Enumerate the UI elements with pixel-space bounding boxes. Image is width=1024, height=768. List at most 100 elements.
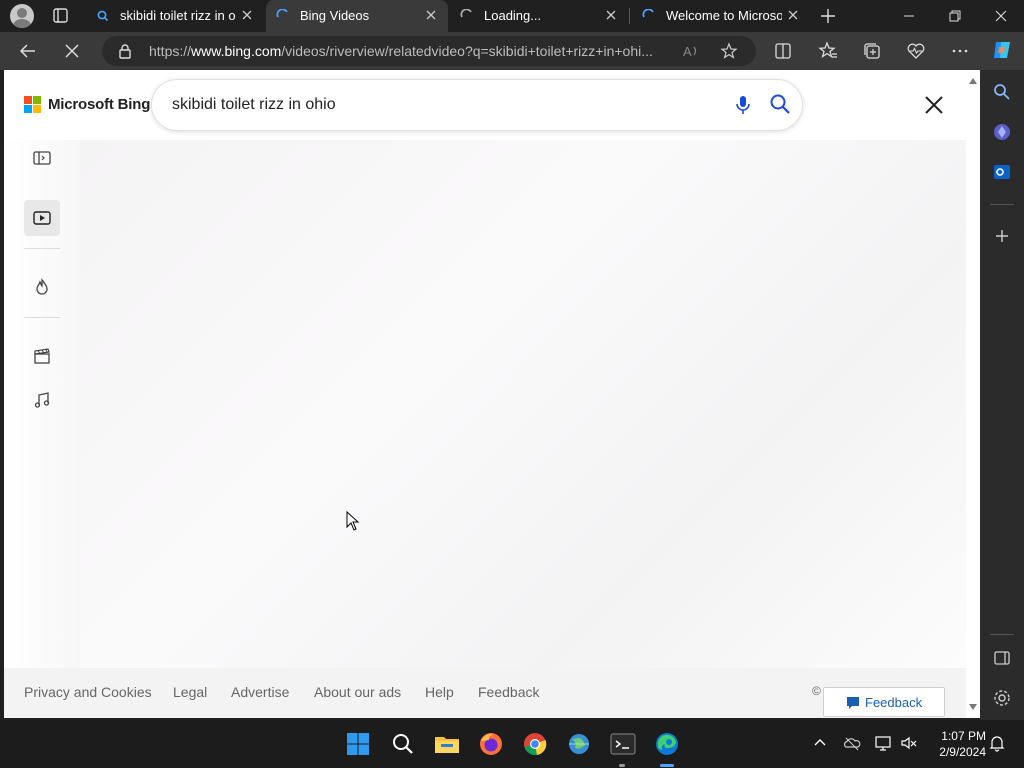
collapse-sidebar-icon[interactable]: [24, 140, 60, 176]
brand-name: Microsoft Bing: [48, 96, 151, 113]
video-loading-area: [80, 140, 966, 668]
show-hidden-icons-chevron-icon[interactable]: [811, 734, 829, 752]
tab-actions-icon[interactable]: [46, 6, 74, 26]
tab-title: Welcome to Microsoft: [666, 8, 782, 23]
windows-start-icon[interactable]: [344, 730, 372, 758]
microphone-icon[interactable]: [734, 94, 752, 121]
mouse-cursor-icon: [346, 510, 360, 531]
page-content: Microsoft Bing skibidi toilet rizz in oh…: [4, 70, 980, 718]
footer: Privacy and Cookies Legal Advertise Abou…: [4, 668, 966, 718]
clock-time: 1:07 PM: [941, 729, 986, 743]
chrome-icon[interactable]: [521, 730, 549, 758]
terminal-icon[interactable]: [609, 730, 637, 758]
windows-taskbar: 1:07 PM 2/9/2024: [0, 720, 1024, 768]
tab-title: Loading...: [484, 8, 542, 23]
logo-square: [33, 105, 41, 113]
footer-link-advertise[interactable]: Advertise: [231, 684, 289, 700]
onedrive-icon[interactable]: [843, 734, 861, 752]
tab-strip: skibidi toilet rizz in ohi Bing Videos L…: [0, 0, 1024, 32]
edge-browser-icon[interactable]: [653, 730, 681, 758]
search-icon[interactable]: [992, 82, 1012, 102]
network-icon[interactable]: [874, 734, 892, 752]
tab-divider: [629, 8, 630, 24]
search-icon[interactable]: [389, 730, 417, 758]
feedback-chat-icon: [846, 696, 860, 715]
video-icon[interactable]: [24, 200, 60, 236]
search-icon: [96, 9, 110, 23]
split-screen-icon[interactable]: [772, 40, 794, 62]
profile-avatar[interactable]: [10, 4, 34, 28]
search-box[interactable]: skibidi toilet rizz in ohio: [152, 80, 802, 130]
close-tab-icon[interactable]: [240, 8, 254, 22]
feedback-button-label: Feedback: [865, 695, 923, 710]
tab-1[interactable]: skibidi toilet rizz in ohi: [86, 0, 264, 32]
nav-divider: [24, 317, 60, 318]
settings-gear-icon[interactable]: [992, 688, 1012, 708]
copyright: ©: [812, 684, 821, 698]
nav-divider: [24, 248, 60, 249]
taskbar-clock[interactable]: 1:07 PM 2/9/2024: [926, 728, 986, 760]
footer-link-about-ads[interactable]: About our ads: [314, 684, 401, 700]
logo-square: [24, 105, 32, 113]
tab-2[interactable]: Bing Videos: [266, 0, 448, 32]
loading-spinner-icon: [642, 8, 656, 23]
file-explorer-icon[interactable]: [433, 730, 461, 758]
close-window-icon[interactable]: [978, 0, 1024, 32]
loading-spinner-icon: [276, 8, 290, 23]
copilot-icon[interactable]: [990, 38, 1014, 62]
trending-icon[interactable]: [24, 269, 60, 305]
url-path: /videos/riverview/relatedvideo?q=skibidi…: [281, 43, 653, 59]
active-app-indicator: [660, 764, 674, 767]
add-icon[interactable]: [992, 226, 1012, 246]
url-text[interactable]: https://www.bing.com/videos/riverview/re…: [149, 43, 674, 59]
favorite-star-icon[interactable]: [720, 42, 738, 65]
svg-text:A: A: [683, 44, 692, 59]
close-icon[interactable]: [921, 92, 947, 118]
sidebar-divider: [990, 634, 1014, 635]
logo-square: [24, 96, 32, 104]
tab-title: Bing Videos: [300, 8, 370, 23]
search-input[interactable]: skibidi toilet rizz in ohio: [172, 96, 336, 114]
music-icon[interactable]: [24, 382, 60, 418]
browser-essentials-icon[interactable]: [905, 40, 927, 62]
outlook-icon[interactable]: [992, 162, 1012, 182]
close-tab-icon[interactable]: [786, 8, 800, 22]
favorites-icon[interactable]: [817, 40, 839, 62]
footer-link-legal[interactable]: Legal: [173, 684, 207, 700]
feedback-button[interactable]: Feedback: [823, 687, 945, 717]
footer-link-help[interactable]: Help: [425, 684, 454, 700]
edge-sidebar: [980, 70, 1024, 720]
lock-icon[interactable]: [117, 43, 133, 64]
collections-icon[interactable]: [861, 40, 883, 62]
search-icon[interactable]: [769, 93, 791, 120]
notification-bell-icon[interactable]: [988, 734, 1006, 752]
tab-3[interactable]: Loading...: [450, 0, 628, 32]
footer-link-feedback[interactable]: Feedback: [478, 684, 539, 700]
hide-sidebar-icon[interactable]: [992, 648, 1012, 668]
address-toolbar: https://www.bing.com/videos/riverview/re…: [0, 32, 1024, 70]
sidebar-divider: [990, 204, 1014, 205]
minimize-icon[interactable]: [886, 0, 932, 32]
restore-icon[interactable]: [932, 0, 978, 32]
loading-spinner-icon: [460, 8, 474, 23]
new-tab-icon[interactable]: [818, 6, 838, 26]
firefox-icon[interactable]: [477, 730, 505, 758]
address-bar[interactable]: https://www.bing.com/videos/riverview/re…: [102, 36, 756, 66]
stop-loading-icon[interactable]: [61, 40, 83, 62]
more-options-icon[interactable]: [949, 40, 971, 62]
close-tab-icon[interactable]: [604, 8, 618, 22]
copilot-sidebar-icon[interactable]: [992, 122, 1012, 142]
left-nav: [24, 140, 64, 500]
tab-4[interactable]: Welcome to Microsoft: [632, 0, 810, 32]
close-tab-icon[interactable]: [424, 8, 438, 22]
footer-link-privacy[interactable]: Privacy and Cookies: [24, 684, 152, 700]
tab-title: skibidi toilet rizz in ohi: [120, 8, 236, 23]
logo-square: [33, 96, 41, 104]
read-aloud-icon[interactable]: A: [682, 42, 700, 65]
network-globe-icon[interactable]: [565, 730, 593, 758]
back-arrow-icon[interactable]: [17, 40, 39, 62]
movies-icon[interactable]: [24, 338, 60, 374]
scrollbar[interactable]: [966, 70, 980, 718]
volume-muted-icon[interactable]: [900, 734, 918, 752]
clock-date: 2/9/2024: [939, 745, 986, 759]
